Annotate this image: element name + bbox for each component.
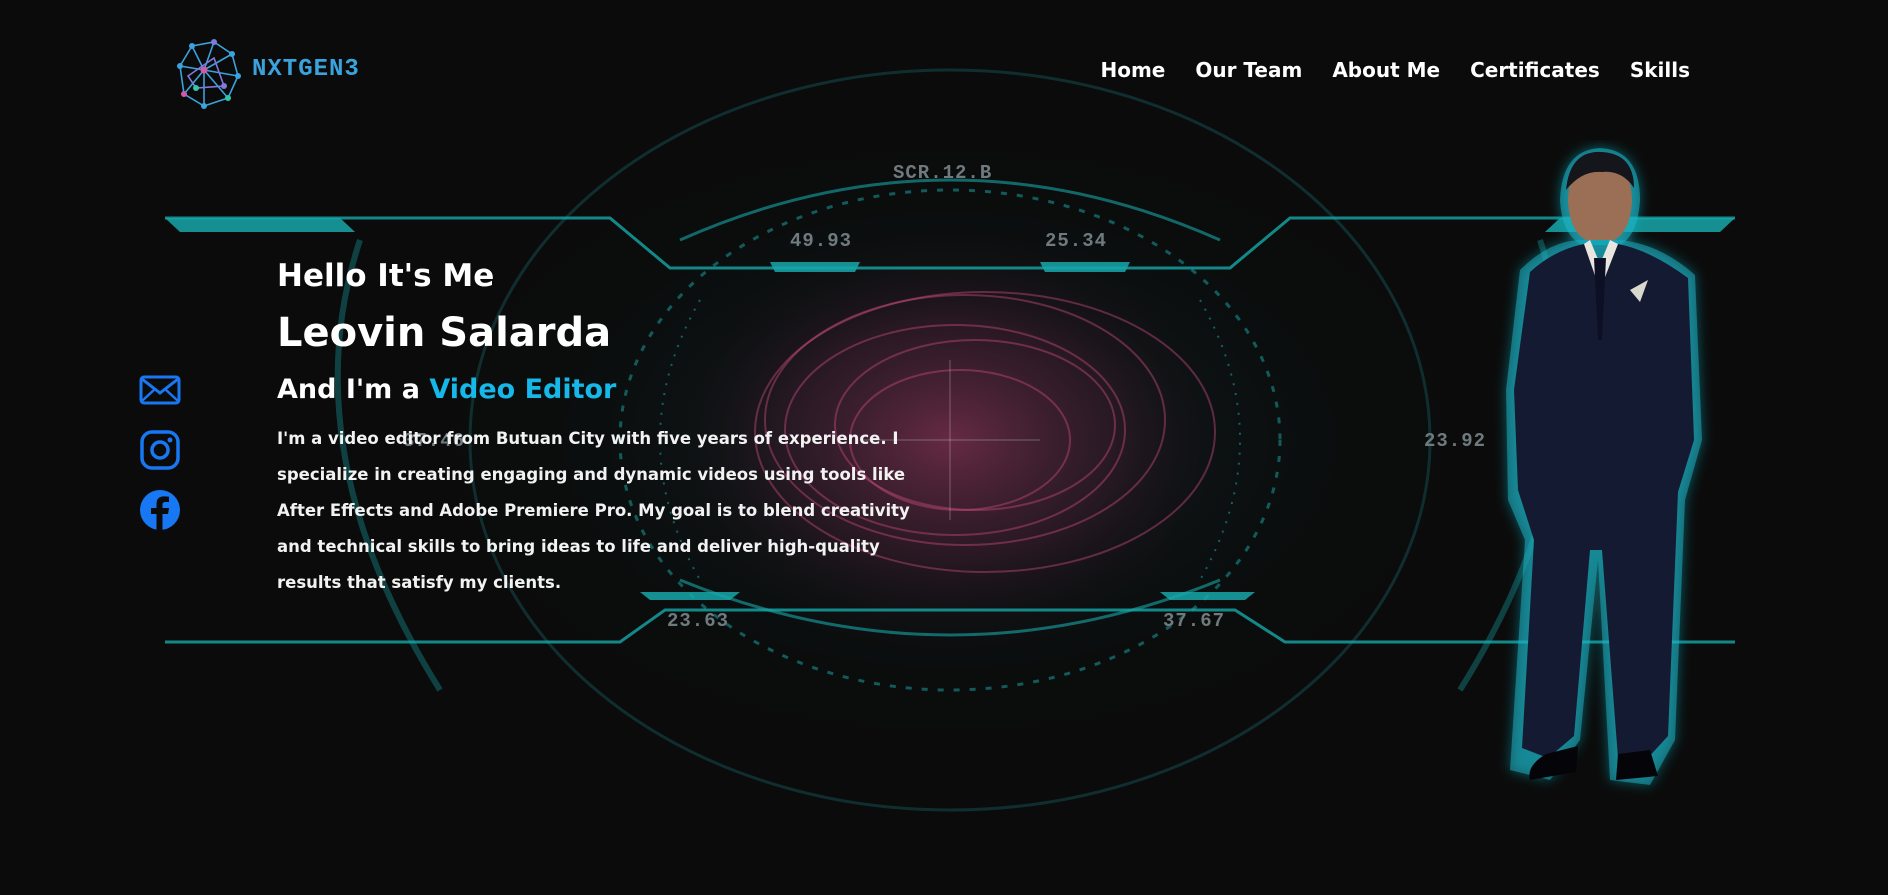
greeting-heading: Hello It's Me bbox=[277, 258, 495, 294]
main-nav: Home Our Team About Me Certificates Skil… bbox=[1100, 58, 1690, 82]
hud-label-right: 23.92 bbox=[1424, 430, 1487, 452]
brand-name[interactable]: NXTGEN3 bbox=[252, 56, 360, 83]
profile-photo bbox=[1506, 148, 1702, 785]
role-prefix: And I'm a bbox=[277, 374, 430, 405]
hud-label-bottom-left: 23.63 bbox=[667, 610, 730, 632]
bio-paragraph: I'm a video editor from Butuan City with… bbox=[277, 429, 910, 592]
facebook-icon[interactable] bbox=[138, 488, 182, 532]
role-heading: And I'm a Video Editor bbox=[277, 374, 917, 405]
hud-label-bottom-right: 37.67 bbox=[1163, 610, 1226, 632]
nav-item-our-team[interactable]: Our Team bbox=[1195, 58, 1302, 82]
instagram-icon[interactable] bbox=[138, 428, 182, 472]
name-heading: Leovin Salarda bbox=[277, 310, 612, 356]
nav-item-skills[interactable]: Skills bbox=[1630, 58, 1690, 82]
hud-label-top-left: 49.93 bbox=[790, 230, 853, 252]
intro-section: Hello It's Me Leovin Salarda And I'm a V… bbox=[277, 258, 917, 601]
hud-label-top-right: 25.34 bbox=[1045, 230, 1108, 252]
role-accent: Video Editor bbox=[429, 374, 617, 405]
nav-item-home[interactable]: Home bbox=[1100, 58, 1165, 82]
brain-network-logo-icon[interactable] bbox=[170, 36, 244, 110]
nav-item-about-me[interactable]: About Me bbox=[1332, 58, 1440, 82]
social-links bbox=[138, 368, 184, 548]
mail-icon[interactable] bbox=[138, 368, 182, 412]
nav-item-certificates[interactable]: Certificates bbox=[1470, 58, 1600, 82]
hud-label-top: SCR.12.B bbox=[893, 162, 993, 184]
hero-page: SCR.12.B 49.93 25.34 37.46 23.92 23.63 3… bbox=[0, 0, 1888, 895]
